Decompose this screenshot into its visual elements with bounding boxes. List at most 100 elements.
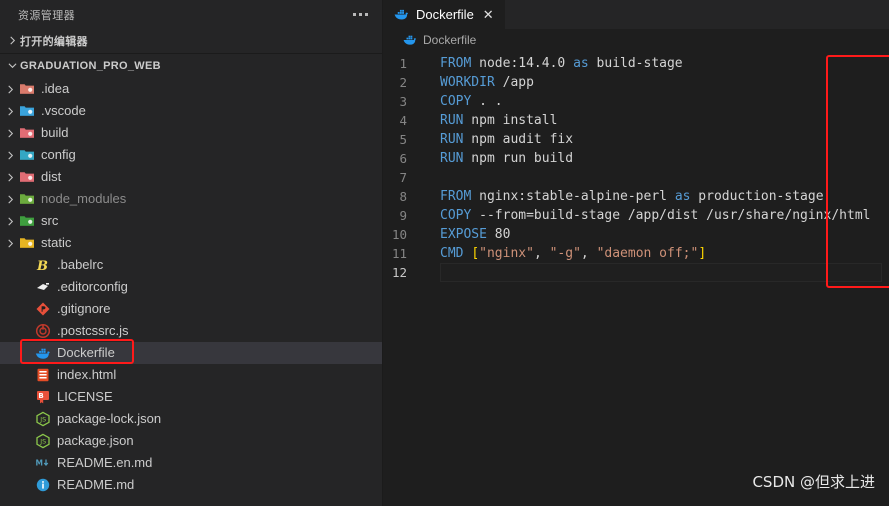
tree-item-config[interactable]: config [0, 144, 382, 166]
line-number: 9 [399, 208, 407, 223]
svg-text:B: B [36, 259, 48, 273]
code-line[interactable]: 5 RUN npm audit fix [383, 130, 889, 149]
tabbar-empty-space [505, 0, 889, 29]
line-number: 4 [399, 113, 407, 128]
line-number: 2 [399, 75, 407, 90]
folder-src-icon [18, 213, 36, 229]
docker-icon [34, 345, 52, 361]
code-line[interactable]: 2 WORKDIR /app [383, 73, 889, 92]
tree-item-label: Dockerfile [57, 345, 115, 360]
vscode-window: 资源管理器 打开的编辑器 GRADUATION_PRO_WEB .idea .v… [0, 0, 889, 506]
tree-item-build[interactable]: build [0, 122, 382, 144]
folder-config-icon [18, 147, 36, 163]
code-line[interactable]: 8 FROM nginx:stable-alpine-perl as produc… [383, 187, 889, 206]
tree-item-label: build [41, 125, 69, 140]
explorer-sidebar: 资源管理器 打开的编辑器 GRADUATION_PRO_WEB .idea .v… [0, 0, 383, 506]
babel-icon: B [34, 257, 52, 273]
code-text: FROM node:14.4.0 as build-stage [440, 56, 683, 71]
chevron-right-icon[interactable] [2, 213, 18, 229]
tab-dockerfile[interactable]: Dockerfile ✕ [383, 0, 506, 29]
tree-item-idea[interactable]: .idea [0, 78, 382, 100]
git-icon [34, 301, 52, 317]
tree-item-editorconfig[interactable]: .editorconfig [0, 276, 382, 298]
code-text: FROM nginx:stable-alpine-perl as product… [440, 189, 824, 204]
tree-item-label: LICENSE [57, 389, 113, 404]
tree-item-license[interactable]: B LICENSE [0, 386, 382, 408]
tree-item-index-html[interactable]: index.html [0, 364, 382, 386]
project-root-label: GRADUATION_PRO_WEB [20, 59, 161, 72]
code-line[interactable]: 6 RUN npm run build [383, 149, 889, 168]
code-text: WORKDIR /app [440, 75, 534, 90]
tree-item-label: .babelrc [57, 257, 104, 272]
tree-item-package-lock-json[interactable]: JS package-lock.json [0, 408, 382, 430]
tree-item-node-modules[interactable]: node_modules [0, 188, 382, 210]
tree-item-readme-en-md[interactable]: M README.en.md [0, 452, 382, 474]
tree-item-label: .vscode [41, 103, 86, 118]
docker-icon [394, 8, 409, 21]
tree-item-static[interactable]: static [0, 232, 382, 254]
tree-item-dockerfile[interactable]: Dockerfile [0, 342, 382, 364]
line-number: 8 [399, 189, 407, 204]
html-icon [34, 367, 52, 383]
tree-item-label: src [41, 213, 59, 228]
code-line[interactable]: 4 RUN npm install [383, 111, 889, 130]
explorer-title: 资源管理器 [18, 9, 75, 22]
close-icon[interactable]: ✕ [481, 8, 496, 21]
code-line[interactable]: 10 EXPOSE 80 [383, 225, 889, 244]
explorer-header: 资源管理器 [0, 0, 382, 29]
npm-json-icon: JS [34, 411, 52, 427]
open-editors-label: 打开的编辑器 [20, 35, 88, 48]
code-text: COPY --from=build-stage /app/dist /usr/s… [440, 208, 871, 223]
code-line[interactable]: 7 [383, 168, 889, 187]
watermark: CSDN @但求上进 [752, 473, 875, 491]
license-icon: B [34, 389, 52, 405]
tree-item-label: README.en.md [57, 455, 153, 470]
code-text: COPY . . [440, 94, 503, 109]
chevron-right-icon[interactable] [2, 235, 18, 251]
chevron-down-icon [4, 58, 20, 74]
tree-item-label: dist [41, 169, 62, 184]
more-actions-icon[interactable] [353, 13, 368, 16]
markdown-icon: M [34, 455, 52, 471]
breadcrumb[interactable]: Dockerfile [383, 29, 889, 51]
section-open-editors[interactable]: 打开的编辑器 [0, 29, 382, 52]
tree-item-label: .idea [41, 81, 70, 96]
file-tree: .idea .vscode build config dist node_mod… [0, 77, 382, 496]
tree-item-label: config [41, 147, 76, 162]
tree-item-label: README.md [57, 477, 135, 492]
chevron-right-icon[interactable] [2, 125, 18, 141]
svg-text:JS: JS [39, 416, 46, 424]
tree-item-package-json[interactable]: JS package.json [0, 430, 382, 452]
tree-item-vscode[interactable]: .vscode [0, 100, 382, 122]
postcss-icon [34, 323, 52, 339]
tree-item-dist[interactable]: dist [0, 166, 382, 188]
folder-build-icon [18, 125, 36, 141]
chevron-right-icon[interactable] [2, 103, 18, 119]
code-line[interactable]: 9 COPY --from=build-stage /app/dist /usr/… [383, 206, 889, 225]
tree-item-src[interactable]: src [0, 210, 382, 232]
folder-idea-icon [18, 81, 36, 97]
code-line[interactable]: 11 CMD ["nginx", "-g", "daemon off;"] [383, 244, 889, 263]
chevron-right-icon[interactable] [2, 191, 18, 207]
code-editor[interactable]: 1 FROM node:14.4.0 as build-stage 2 WORKDIR… [383, 51, 889, 282]
code-text: RUN npm audit fix [440, 132, 574, 147]
tree-item-gitignore[interactable]: .gitignore [0, 298, 382, 320]
code-text: RUN npm install [440, 113, 558, 128]
chevron-right-icon[interactable] [2, 147, 18, 163]
line-number: 3 [399, 94, 407, 109]
line-number: 6 [399, 151, 407, 166]
tree-item-postcssrc-js[interactable]: .postcssrc.js [0, 320, 382, 342]
folder-node-icon [18, 191, 36, 207]
folder-vscode-icon [18, 103, 36, 119]
section-project-root[interactable]: GRADUATION_PRO_WEB [0, 54, 382, 77]
folder-dist-icon [18, 169, 36, 185]
tree-item-babelrc[interactable]: B .babelrc [0, 254, 382, 276]
chevron-right-icon[interactable] [2, 169, 18, 185]
tab-label: Dockerfile [416, 7, 474, 22]
tree-item-readme-md[interactable]: README.md [0, 474, 382, 496]
tree-item-label: .gitignore [57, 301, 111, 316]
code-line[interactable]: 3 COPY . . [383, 92, 889, 111]
code-line[interactable]: 1 FROM node:14.4.0 as build-stage [383, 54, 889, 73]
chevron-right-icon[interactable] [2, 81, 18, 97]
line-number: 11 [391, 246, 407, 261]
